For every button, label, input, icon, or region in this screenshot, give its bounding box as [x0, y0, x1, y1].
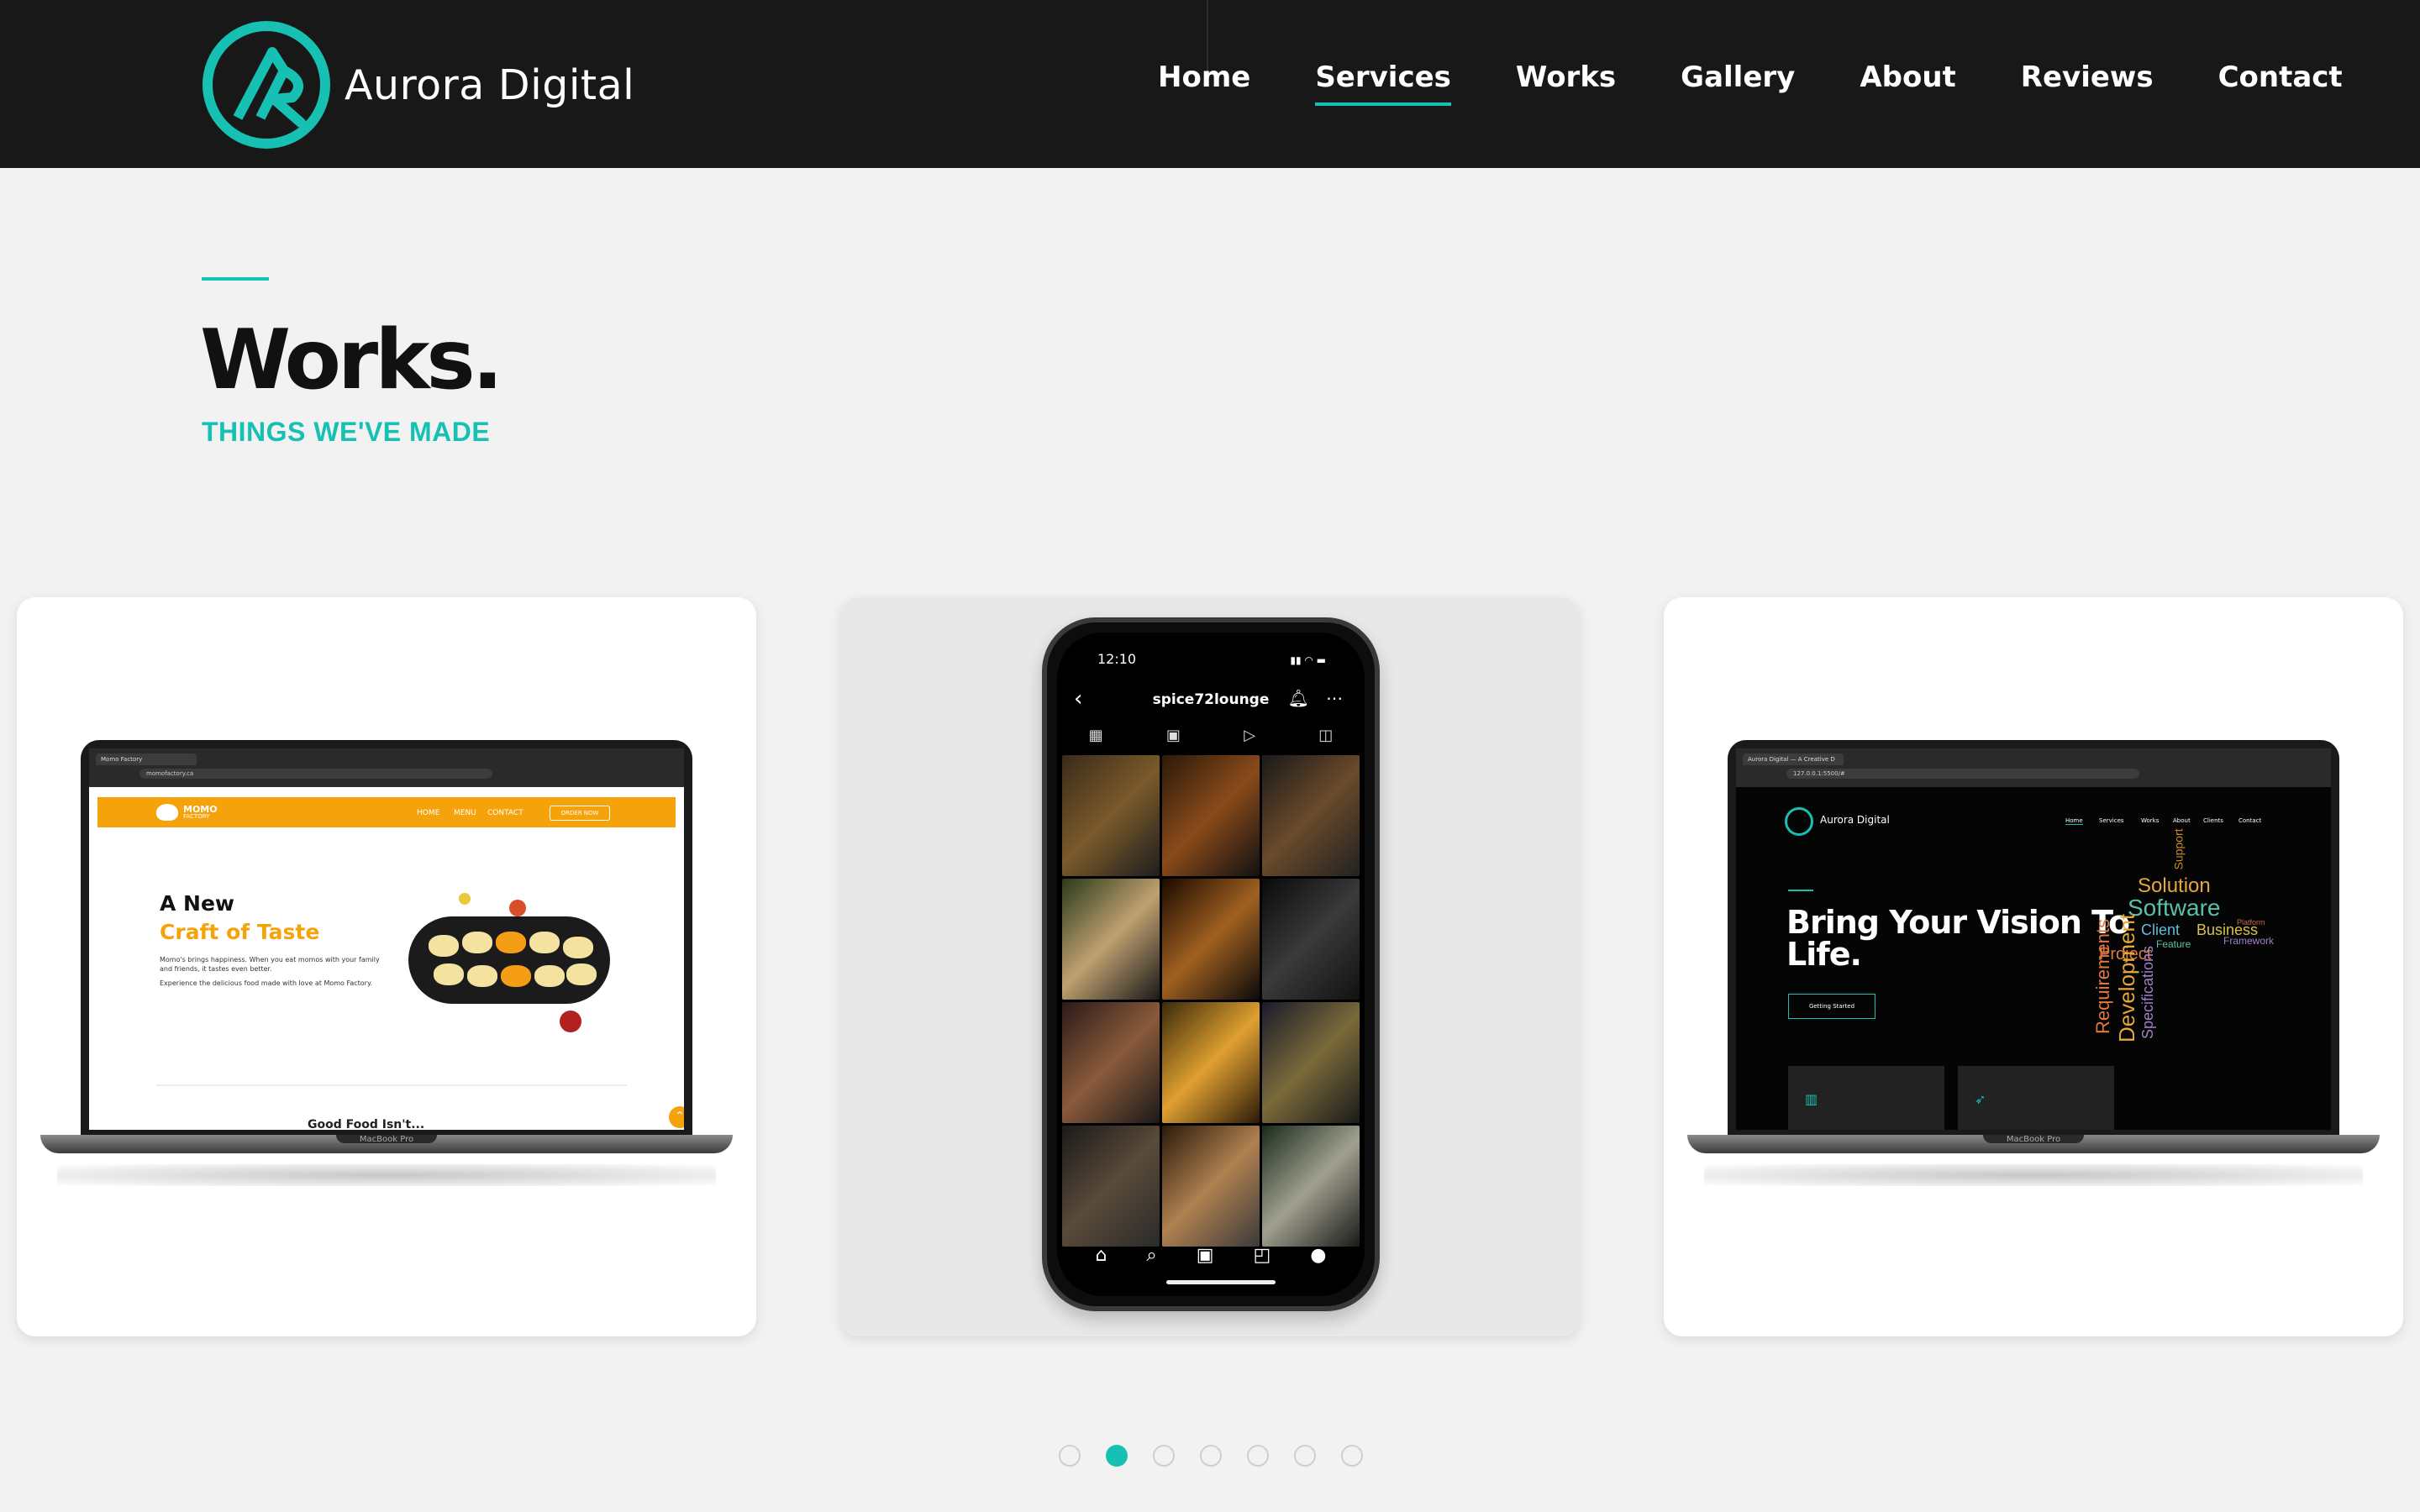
carousel-dot-2[interactable] [1106, 1445, 1128, 1467]
carousel-dot-4[interactable] [1200, 1445, 1222, 1467]
carousel-dot-6[interactable] [1294, 1445, 1316, 1467]
nav-services[interactable]: Services [1315, 60, 1451, 106]
phone-time: 12:10 [1097, 651, 1137, 667]
scroll-up-icon: ⌃ [669, 1106, 684, 1128]
momo-headline-2: Craft of Taste [160, 920, 320, 944]
momo-plate-image [408, 916, 610, 1004]
section-accent-rule [202, 277, 269, 281]
nav-contact[interactable]: Contact [2218, 60, 2343, 94]
carousel-dot-7[interactable] [1341, 1445, 1363, 1467]
momo-brand: MOMO FACTORY [183, 804, 218, 820]
browser-tab: Aurora Digital — A Creative D [1743, 753, 1844, 765]
grid-photo [1262, 1002, 1360, 1123]
mini-nav-services: Services [2099, 817, 2124, 824]
mini-nav-home: Home [2065, 817, 2083, 825]
momo-footer-text: Good Food Isn't... [308, 1118, 425, 1130]
play-icon: ▷ [1244, 727, 1256, 744]
reels-nav-icon: ▣ [1196, 1245, 1214, 1266]
bell-icon: 🔔︎ [1287, 688, 1309, 708]
brand[interactable]: Aurora Digital [200, 18, 634, 151]
momo-order-button: ORDER NOW [550, 806, 610, 821]
momo-logo-icon [156, 804, 178, 821]
feature-box: ➶ [1958, 1066, 2114, 1130]
grid-photo [1262, 1126, 1360, 1247]
device-label: MacBook Pro [359, 1135, 414, 1144]
work-card-momo[interactable]: Momo Factory momofactory.ca MOMO FACTORY… [17, 597, 756, 1336]
aurora-mini-brand: Aurora Digital [1820, 814, 1890, 826]
phone-bottom-nav: ⌂ ⌕ ▣ ◰ ● [1057, 1245, 1365, 1266]
nav-gallery[interactable]: Gallery [1681, 60, 1795, 94]
momo-nav-home: HOME [417, 809, 440, 817]
section-title: Works. [200, 312, 503, 408]
nav-reviews[interactable]: Reviews [2021, 60, 2154, 94]
grid-photo [1062, 1002, 1160, 1123]
more-icon: ⋯ [1326, 688, 1343, 708]
getting-started-button: Getting Started [1788, 994, 1876, 1019]
laptop-mockup: Aurora Digital — A Creative D 127.0.0.1:… [1687, 740, 2380, 1194]
laptop-screen: Momo Factory momofactory.ca MOMO FACTORY… [89, 748, 684, 1130]
rocket-icon: ➶ [1975, 1091, 1986, 1107]
grid-photo [1262, 755, 1360, 876]
laptop-screen: Aurora Digital — A Creative D 127.0.0.1:… [1736, 748, 2331, 1130]
device-label: MacBook Pro [2006, 1135, 2061, 1144]
laptop-mockup: Momo Factory momofactory.ca MOMO FACTORY… [40, 740, 733, 1194]
carousel-dot-1[interactable] [1059, 1445, 1081, 1467]
reels-icon: ▣ [1165, 727, 1181, 744]
grid-photo [1062, 755, 1160, 876]
section-subtitle: THINGS WE'VE MADE [202, 417, 491, 447]
home-icon: ⌂ [1095, 1245, 1107, 1266]
carousel-dot-5[interactable] [1247, 1445, 1269, 1467]
browser-tab: Momo Factory [96, 753, 197, 765]
browser-chrome: Momo Factory momofactory.ca [89, 748, 684, 787]
momo-headline-1: A New [160, 891, 235, 916]
main-nav: Home Services Works Gallery About Review… [1158, 60, 2343, 106]
aurora-hero-headline: Bring Your Vision To Life. [1786, 904, 2130, 973]
brand-name: Aurora Digital [345, 60, 635, 109]
momo-nav-contact: CONTACT [487, 809, 523, 817]
browser-chrome: Aurora Digital — A Creative D 127.0.0.1:… [1736, 748, 2331, 787]
mini-accent-rule [1788, 890, 1813, 891]
mini-nav-clients: Clients [2203, 817, 2223, 824]
nav-home[interactable]: Home [1158, 60, 1250, 94]
grid-icon: ▦ [1088, 727, 1103, 744]
site-header: Aurora Digital Home Services Works Galle… [0, 0, 2420, 168]
home-indicator [1166, 1280, 1276, 1284]
nav-works[interactable]: Works [1516, 60, 1616, 94]
status-icons: ▮▮ ◠ ▬ [1290, 654, 1326, 666]
nav-about[interactable]: About [1860, 60, 1955, 94]
feature-box: ▥ [1788, 1066, 1944, 1130]
browser-url: momofactory.ca [139, 769, 492, 779]
profile-username: spice72lounge [1152, 691, 1270, 708]
grid-photo [1062, 1126, 1160, 1247]
browser-url: 127.0.0.1:5500/# [1786, 769, 2139, 779]
phone-mockup: 12:10 ▮▮ ◠ ▬ ‹ spice72lounge 🔔︎ ⋯ ▦ ▣ ▷ … [1042, 617, 1380, 1311]
mini-nav-about: About [2173, 817, 2191, 824]
chart-icon: ▥ [1805, 1091, 1818, 1107]
tagged-icon: ◫ [1318, 727, 1334, 744]
search-icon: ⌕ [1146, 1245, 1157, 1266]
momo-paragraph-2: Experience the delicious food made with … [160, 979, 373, 987]
work-card-spice72[interactable]: 12:10 ▮▮ ◠ ▬ ‹ spice72lounge 🔔︎ ⋯ ▦ ▣ ▷ … [840, 597, 1580, 1336]
profile-avatar-icon: ● [1310, 1245, 1327, 1266]
grid-photo [1162, 879, 1260, 1000]
momo-paragraph-1: Momo's brings happiness. When you eat mo… [160, 956, 380, 973]
mini-nav-contact: Contact [2238, 817, 2262, 824]
aurora-mini-logo-icon [1785, 807, 1813, 836]
aurora-logo-icon [203, 21, 330, 149]
grid-photo [1062, 879, 1160, 1000]
carousel-pagination [1059, 1445, 1363, 1467]
momo-nav-menu: MENU [454, 809, 476, 817]
grid-photo [1162, 755, 1260, 876]
photo-grid [1062, 755, 1360, 1247]
grid-photo [1162, 1002, 1260, 1123]
grid-photo [1162, 1126, 1260, 1247]
mini-nav-works: Works [2141, 817, 2160, 824]
shop-icon: ◰ [1253, 1245, 1271, 1266]
phone-screen: 12:10 ▮▮ ◠ ▬ ‹ spice72lounge 🔔︎ ⋯ ▦ ▣ ▷ … [1057, 633, 1365, 1296]
carousel-dot-3[interactable] [1153, 1445, 1175, 1467]
grid-photo [1262, 879, 1360, 1000]
work-card-aurora[interactable]: Aurora Digital — A Creative D 127.0.0.1:… [1664, 597, 2403, 1336]
profile-tabs: ▦ ▣ ▷ ◫ [1057, 727, 1365, 752]
